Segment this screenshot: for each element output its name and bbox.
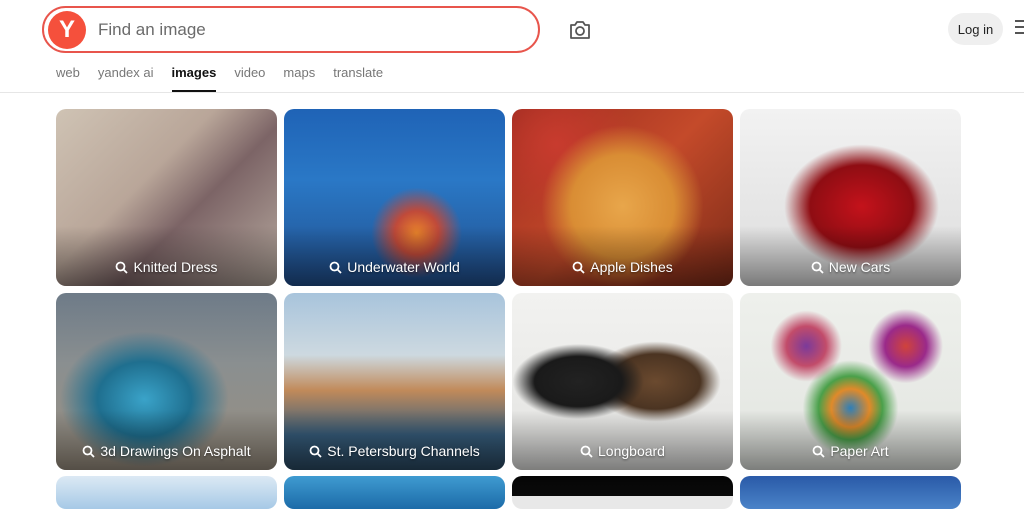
yandex-logo[interactable]: Y xyxy=(48,10,86,49)
nav-tabs: web yandex ai images video maps translat… xyxy=(56,64,401,92)
search-icon xyxy=(116,261,129,274)
search-box[interactable]: Y xyxy=(42,6,540,53)
search-icon xyxy=(580,445,593,458)
search-icon xyxy=(309,445,322,458)
search-icon xyxy=(572,261,585,274)
menu-icon[interactable] xyxy=(1015,20,1024,36)
camera-icon xyxy=(570,21,590,39)
tab-video[interactable]: video xyxy=(234,64,265,92)
card-caption: New Cars xyxy=(828,259,891,275)
search-icon xyxy=(812,445,825,458)
card-caption: Longboard xyxy=(598,443,665,459)
card-caption: Apple Dishes xyxy=(590,259,673,275)
search-input[interactable] xyxy=(98,19,518,40)
tab-web[interactable]: web xyxy=(56,64,80,92)
image-card-st-petersburg[interactable]: St. Petersburg Channels xyxy=(284,293,505,470)
image-card-longboard[interactable]: Longboard xyxy=(512,293,733,470)
image-card-partial[interactable] xyxy=(56,476,277,509)
tab-images[interactable]: images xyxy=(171,64,216,92)
nav-divider xyxy=(0,92,1024,93)
tab-maps[interactable]: maps xyxy=(283,64,315,92)
search-icon xyxy=(82,445,96,458)
card-caption: Underwater World xyxy=(347,259,460,275)
camera-search-button[interactable] xyxy=(566,16,594,44)
card-caption: Knitted Dress xyxy=(133,259,218,275)
image-card-knitted-dress[interactable]: Knitted Dress xyxy=(56,109,277,286)
card-caption: Paper Art xyxy=(830,443,889,459)
login-button[interactable]: Log in xyxy=(948,13,1003,45)
card-caption: 3d Drawings On Asphalt xyxy=(100,443,251,459)
tab-yandex-ai[interactable]: yandex ai xyxy=(98,64,154,92)
search-icon xyxy=(811,261,824,274)
image-card-apple-dishes[interactable]: Apple Dishes xyxy=(512,109,733,286)
image-card-3d-drawings[interactable]: 3d Drawings On Asphalt xyxy=(56,293,277,470)
image-card-partial[interactable] xyxy=(284,476,505,509)
search-icon xyxy=(329,261,342,274)
tab-translate[interactable]: translate xyxy=(333,64,383,92)
image-card-partial[interactable] xyxy=(512,476,733,509)
image-card-paper-art[interactable]: Paper Art xyxy=(740,293,961,470)
card-caption: St. Petersburg Channels xyxy=(327,443,480,459)
image-card-underwater-world[interactable]: Underwater World xyxy=(284,109,505,286)
image-card-partial[interactable] xyxy=(740,476,961,509)
image-card-new-cars[interactable]: New Cars xyxy=(740,109,961,286)
